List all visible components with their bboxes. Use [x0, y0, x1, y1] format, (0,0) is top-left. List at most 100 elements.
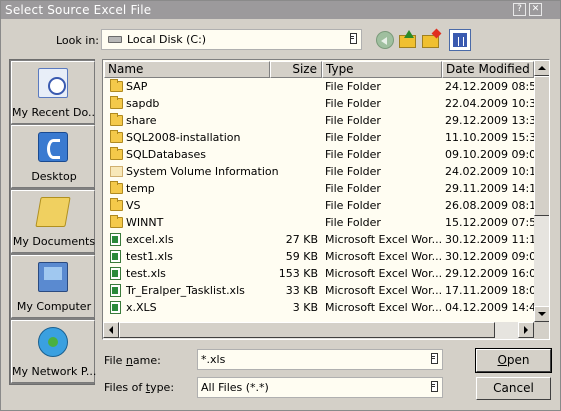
files-of-type-dropdown[interactable]: All Files (*.*)	[197, 377, 443, 398]
horizontal-scrollbar[interactable]	[103, 322, 534, 339]
dropdown-arrow-icon[interactable]	[348, 33, 358, 45]
file-type-cell: File Folder	[325, 216, 381, 229]
excel-file-icon	[110, 233, 121, 246]
file-date-cell: 11.10.2009 15:34	[445, 131, 535, 144]
column-header-size[interactable]: Size	[270, 61, 322, 78]
place-my-documents[interactable]: My Documents	[11, 190, 95, 253]
column-header-type[interactable]: Type	[322, 61, 442, 78]
file-name-cell: SQLDatabases	[126, 148, 206, 161]
file-name-cell: x.XLS	[126, 301, 157, 314]
vertical-scroll-thumb[interactable]	[534, 76, 549, 216]
file-date-cell: 24.02.2009 10:17	[445, 165, 535, 178]
scroll-left-button[interactable]	[103, 322, 119, 338]
scroll-up-button[interactable]	[534, 60, 549, 76]
file-list-row[interactable]: x.XLS 3 KB Microsoft Excel Wor... 04.12.200…	[104, 299, 535, 316]
place-label: Desktop	[31, 170, 77, 183]
scroll-right-button[interactable]	[518, 322, 534, 338]
file-name-cell: test.xls	[126, 267, 166, 280]
scroll-down-button[interactable]	[534, 306, 549, 322]
column-header-date-modified[interactable]: Date Modified	[442, 61, 534, 78]
file-type-cell: File Folder	[325, 182, 381, 195]
file-type-cell: File Folder	[325, 80, 381, 93]
file-type-cell: Microsoft Excel Wor...	[325, 250, 441, 263]
new-folder-button[interactable]	[421, 28, 442, 50]
file-date-cell: 22.04.2009 10:39	[445, 97, 535, 110]
desktop-icon	[38, 132, 68, 162]
place-my-computer[interactable]: My Computer	[11, 255, 95, 318]
file-type-cell: Microsoft Excel Wor...	[325, 284, 441, 297]
file-list-row[interactable]: WINNT File Folder 15.12.2009 07:52	[104, 214, 535, 231]
file-name-cell: VS	[126, 199, 141, 212]
folder-icon	[110, 96, 123, 109]
my-network-places-icon	[38, 327, 68, 357]
dropdown-arrow-icon[interactable]	[429, 353, 439, 365]
file-type-cell: Microsoft Excel Wor...	[325, 267, 441, 280]
place-desktop[interactable]: Desktop	[11, 125, 95, 188]
file-size-cell: 3 KB	[292, 301, 318, 314]
file-date-cell: 15.12.2009 07:52	[445, 216, 535, 229]
file-type-cell: File Folder	[325, 131, 381, 144]
file-list-row[interactable]: System Volume Information File Folder 24.0…	[104, 163, 535, 180]
cancel-button[interactable]: Cancel	[476, 377, 551, 400]
file-date-cell: 24.12.2009 08:56	[445, 80, 535, 93]
back-button[interactable]	[375, 30, 395, 50]
excel-file-icon	[110, 267, 121, 280]
file-list-row[interactable]: SQL2008-installation File Folder 11.10.200…	[104, 129, 535, 146]
place-my-recent-documents[interactable]: My Recent Do...	[11, 61, 96, 124]
file-name-cell: SAP	[126, 80, 148, 93]
file-size-cell: 27 KB	[285, 233, 318, 246]
place-label: My Recent Do...	[12, 106, 96, 119]
file-list-row[interactable]: share File Folder 29.12.2009 13:35	[104, 112, 535, 129]
file-list-row[interactable]: test.xls 153 KB Microsoft Excel Wor... 29.1…	[104, 265, 535, 282]
file-name-label: File name:	[104, 354, 161, 367]
file-list-row[interactable]: temp File Folder 29.11.2009 14:12	[104, 180, 535, 197]
up-one-level-button[interactable]	[398, 30, 418, 50]
file-list-row[interactable]: sapdb File Folder 22.04.2009 10:39	[104, 95, 535, 112]
file-list-row[interactable]: excel.xls 27 KB Microsoft Excel Wor... 30.1…	[104, 231, 535, 248]
up-arrow-icon	[404, 30, 414, 38]
dialog-title: Select Source Excel File	[5, 3, 152, 17]
file-type-cell: Microsoft Excel Wor...	[325, 301, 441, 314]
file-date-cell: 29.12.2009 16:07	[445, 267, 535, 280]
column-header-name[interactable]: Name	[104, 61, 270, 78]
place-label: My Computer	[16, 300, 92, 313]
file-type-cell: File Folder	[325, 199, 381, 212]
folder-icon	[110, 147, 123, 160]
place-label: My Documents	[12, 235, 96, 248]
file-date-cell: 09.10.2009 09:08	[445, 148, 535, 161]
excel-file-icon	[110, 284, 121, 297]
file-name-cell: sapdb	[126, 97, 160, 110]
place-my-network-places[interactable]: My Network P...	[11, 320, 96, 383]
file-list-row[interactable]: SAP File Folder 24.12.2009 08:56	[104, 78, 535, 95]
file-list-row[interactable]: Tr_Eralper_Tasklist.xls 33 KB Microsoft Ex…	[104, 282, 535, 299]
select-source-dialog: Select Source Excel File ? ✕ Look in: Lo…	[0, 0, 561, 411]
file-date-cell: 30.12.2009 11:18	[445, 233, 535, 246]
open-button[interactable]: Open	[475, 348, 552, 373]
vertical-scrollbar[interactable]	[534, 60, 549, 322]
place-label: My Network P...	[12, 365, 96, 378]
file-date-cell: 17.11.2009 18:05	[445, 284, 535, 297]
folder-icon	[110, 79, 123, 92]
horizontal-scroll-thumb[interactable]	[119, 322, 495, 338]
places-bar: My Recent Do... Desktop My Documents My …	[9, 59, 96, 385]
file-name-cell: SQL2008-installation	[126, 131, 241, 144]
file-name-value: *.xls	[201, 353, 226, 366]
folder-icon	[110, 113, 123, 126]
folder-icon	[110, 166, 123, 177]
local-disk-icon	[108, 36, 122, 43]
dropdown-arrow-icon[interactable]	[429, 381, 439, 393]
file-list-row[interactable]: SQLDatabases File Folder 09.10.2009 09:08	[104, 146, 535, 163]
help-button[interactable]: ?	[513, 3, 526, 16]
file-list-row[interactable]: VS File Folder 26.08.2009 08:19	[104, 197, 535, 214]
folder-icon	[110, 198, 123, 211]
file-list: Name Size Type Date Modified SAP File Fol…	[102, 59, 550, 340]
file-name-cell: test1.xls	[126, 250, 173, 263]
close-button[interactable]: ✕	[529, 3, 542, 16]
my-documents-icon	[35, 197, 71, 227]
look-in-dropdown[interactable]: Local Disk (C:)	[101, 29, 362, 50]
file-name-input[interactable]: *.xls	[197, 349, 443, 370]
views-menu-button[interactable]	[449, 29, 471, 51]
folder-icon	[110, 181, 123, 194]
file-date-cell: 30.12.2009 09:09	[445, 250, 535, 263]
file-list-row[interactable]: test1.xls 59 KB Microsoft Excel Wor... 30.1…	[104, 248, 535, 265]
